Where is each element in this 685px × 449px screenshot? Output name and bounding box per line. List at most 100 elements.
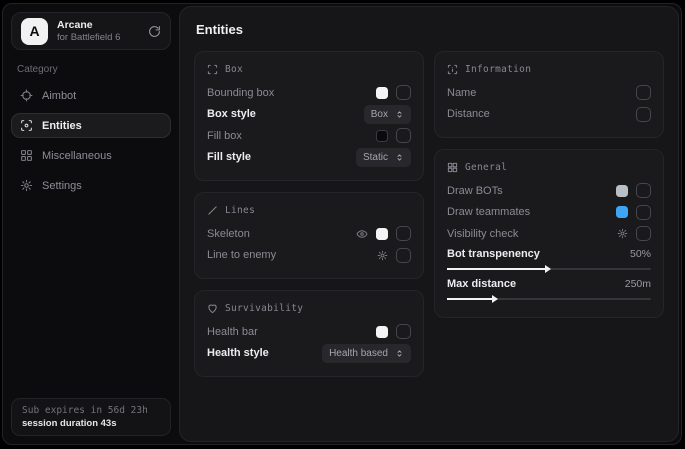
fill-style-dropdown[interactable]: Static — [356, 148, 411, 167]
visibility-check-checkbox[interactable] — [636, 226, 651, 241]
panel-box: Box Bounding box Box style Box — [194, 51, 424, 181]
distance-checkbox[interactable] — [636, 107, 651, 122]
eye-icon[interactable] — [356, 228, 368, 240]
app-subtitle: for Battlefield 6 — [57, 32, 120, 44]
slider-fill — [447, 298, 492, 300]
right-column: Information Name Distance — [434, 51, 664, 318]
subscription-card: Sub expires in 56d 23h session duration … — [11, 398, 171, 436]
box-style-dropdown[interactable]: Box — [364, 105, 411, 124]
layout-grid-icon — [447, 162, 458, 173]
row-label: Line to enemy — [207, 249, 276, 261]
gear-icon[interactable] — [377, 250, 388, 261]
panel-general-title: General — [465, 162, 507, 173]
setting-row-line-to-enemy: Line to enemy — [207, 245, 411, 267]
sidebar: A Arcane for Battlefield 6 Category Aimb… — [3, 4, 179, 444]
line-icon — [207, 205, 218, 216]
draw-bots-checkbox[interactable] — [636, 183, 651, 198]
slider-arrow-icon — [492, 295, 498, 303]
heart-icon — [207, 303, 218, 314]
dropdown-value: Health based — [329, 348, 388, 359]
row-label: Fill box — [207, 130, 242, 142]
setting-row-fill-box: Fill box — [207, 125, 411, 147]
row-label: Health bar — [207, 326, 258, 338]
setting-row-fill-style: Fill style Static — [207, 147, 411, 169]
sidebar-item-settings[interactable]: Settings — [11, 173, 171, 198]
setting-row-draw-teammates: Draw teammates — [447, 202, 651, 224]
bounding-box-icon — [207, 64, 218, 75]
info-scan-icon — [447, 64, 458, 75]
sub-expiry-text: Sub expires in 56d 23h — [22, 405, 160, 416]
health-bar-checkbox[interactable] — [396, 324, 411, 339]
category-label: Category — [17, 64, 165, 75]
panel-information-title: Information — [465, 64, 531, 75]
page-title: Entities — [196, 22, 662, 37]
main-content: Entities Box Bounding box — [179, 6, 679, 442]
row-label: Fill style — [207, 151, 251, 163]
fill-box-checkbox[interactable] — [396, 128, 411, 143]
sidebar-item-label: Entities — [42, 120, 82, 132]
row-label: Draw teammates — [447, 206, 530, 218]
dropdown-value: Static — [363, 152, 388, 163]
panel-general-header: General — [447, 162, 651, 173]
sidebar-item-aimbot[interactable]: Aimbot — [11, 83, 171, 108]
row-label: Distance — [447, 108, 490, 120]
setting-row-health-style: Health style Health based — [207, 343, 411, 365]
setting-row-health-bar: Health bar — [207, 321, 411, 343]
setting-row-box-style: Box style Box — [207, 104, 411, 126]
panel-lines-title: Lines — [225, 205, 255, 216]
bot-transparency-value: 50% — [630, 248, 651, 260]
line-to-enemy-checkbox[interactable] — [396, 248, 411, 263]
gear-icon[interactable] — [617, 228, 628, 239]
app-logo: A — [21, 18, 48, 45]
health-style-dropdown[interactable]: Health based — [322, 344, 411, 363]
row-label: Health style — [207, 347, 269, 359]
bounding-box-checkbox[interactable] — [396, 85, 411, 100]
row-label: Draw BOTs — [447, 185, 503, 197]
app-window: A Arcane for Battlefield 6 Category Aimb… — [2, 3, 682, 445]
row-label: Skeleton — [207, 228, 250, 240]
color-swatch[interactable] — [376, 228, 388, 240]
draw-teammates-checkbox[interactable] — [636, 205, 651, 220]
row-label: Box style — [207, 108, 256, 120]
panel-general: General Draw BOTs Draw teammates — [434, 149, 664, 318]
panel-survivability-header: Survivability — [207, 303, 411, 314]
name-checkbox[interactable] — [636, 85, 651, 100]
setting-row-name: Name — [447, 82, 651, 104]
row-label: Visibility check — [447, 228, 518, 240]
color-swatch[interactable] — [616, 185, 628, 197]
skeleton-checkbox[interactable] — [396, 226, 411, 241]
color-swatch[interactable] — [376, 87, 388, 99]
panel-survivability-title: Survivability — [225, 303, 303, 314]
chevrons-up-down-icon — [395, 110, 404, 119]
sidebar-item-label: Miscellaneous — [42, 150, 112, 162]
bot-transparency-slider[interactable] — [447, 268, 651, 270]
sidebar-item-label: Settings — [42, 180, 82, 192]
color-swatch[interactable] — [376, 326, 388, 338]
setting-row-visibility-check: Visibility check — [447, 223, 651, 245]
slider-fill — [447, 268, 545, 270]
max-distance-value: 250m — [625, 278, 651, 290]
panel-information-header: Information — [447, 64, 651, 75]
row-label: Bounding box — [207, 87, 274, 99]
color-swatch[interactable] — [616, 206, 628, 218]
slider-arrow-icon — [545, 265, 551, 273]
session-duration-text: session duration 43s — [22, 418, 160, 429]
left-column: Box Bounding box Box style Box — [194, 51, 424, 377]
color-swatch[interactable] — [376, 130, 388, 142]
sidebar-item-miscellaneous[interactable]: Miscellaneous — [11, 143, 171, 168]
sidebar-item-entities[interactable]: Entities — [11, 113, 171, 138]
row-label: Name — [447, 87, 476, 99]
gear-icon — [20, 179, 33, 192]
row-label: Bot transpenency — [447, 248, 540, 260]
sidebar-item-label: Aimbot — [42, 90, 76, 102]
chevrons-up-down-icon — [395, 349, 404, 358]
panel-survivability: Survivability Health bar Health style He… — [194, 290, 424, 377]
sidebar-nav: Aimbot Entities Miscellaneous Settings — [11, 83, 171, 198]
max-distance-slider[interactable] — [447, 298, 651, 300]
refresh-icon[interactable] — [148, 25, 161, 38]
setting-row-distance: Distance — [447, 104, 651, 126]
crosshair-icon — [20, 89, 33, 102]
bot-transparency-setting: Bot transpenency 50% — [447, 248, 651, 275]
panel-lines-header: Lines — [207, 205, 411, 216]
setting-row-bounding-box: Bounding box — [207, 82, 411, 104]
